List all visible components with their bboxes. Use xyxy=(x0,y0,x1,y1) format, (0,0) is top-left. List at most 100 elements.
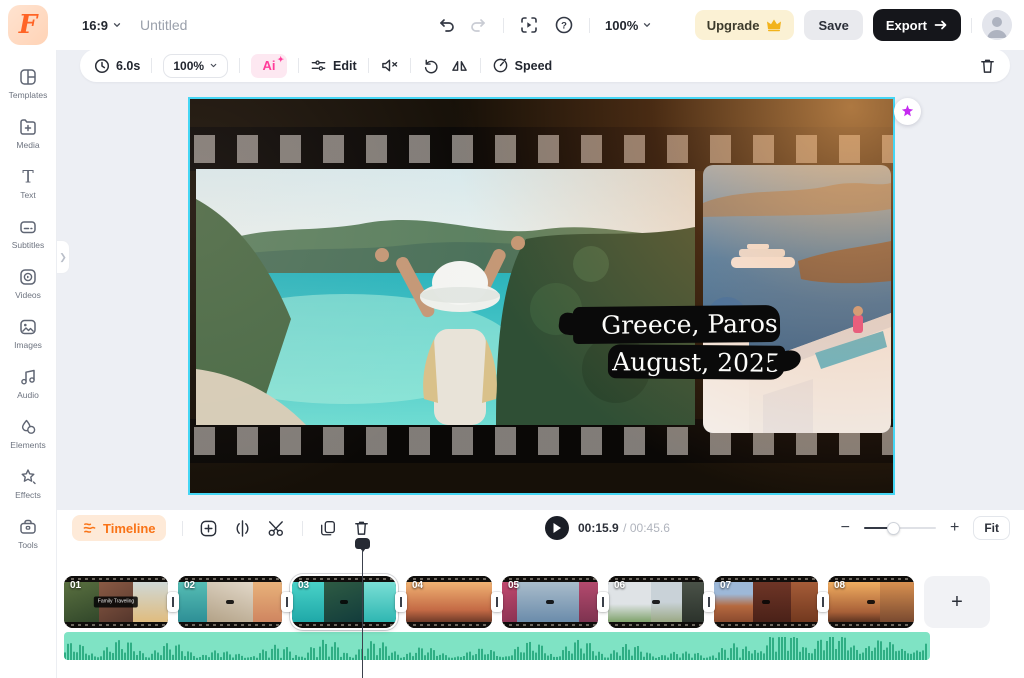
edit-button[interactable]: Edit xyxy=(310,57,357,74)
transition-handle[interactable] xyxy=(281,592,293,612)
sidebar-expand-handle[interactable]: ❯ xyxy=(57,240,70,274)
save-button[interactable]: Save xyxy=(804,10,862,40)
sidebar-item-templates[interactable]: Templates xyxy=(0,58,56,108)
sidebar-label: Text xyxy=(20,190,36,200)
timeline-clip-02[interactable]: 02 xyxy=(178,576,282,628)
upgrade-button[interactable]: Upgrade xyxy=(695,10,795,40)
audio-track[interactable] xyxy=(64,632,930,660)
redo-button[interactable] xyxy=(470,16,488,34)
caption-line2[interactable]: August, 2025 xyxy=(608,344,785,380)
flip-button[interactable] xyxy=(450,57,469,74)
rotate-button[interactable] xyxy=(422,57,439,74)
audio-waveform xyxy=(64,632,930,660)
delete-clip-button[interactable] xyxy=(979,57,996,75)
sidebar-item-tools[interactable]: Tools xyxy=(0,508,56,558)
current-time: 00:15.9 xyxy=(578,521,619,535)
delete-timeline-button[interactable] xyxy=(353,519,370,537)
timeline-clip-06[interactable]: 06 xyxy=(608,576,704,628)
video-preview-canvas[interactable]: Greece, Paros August, 2025 xyxy=(188,97,895,495)
edit-label: Edit xyxy=(333,59,357,73)
clip-caption: Family Traveling xyxy=(94,597,138,608)
transition-handle[interactable] xyxy=(817,592,829,612)
transition-handle[interactable] xyxy=(597,592,609,612)
clip-number: 08 xyxy=(834,580,845,591)
sidebar-item-images[interactable]: Images xyxy=(0,308,56,358)
caption-line1[interactable]: Greece, Paros xyxy=(573,305,780,344)
sidebar-item-media[interactable]: Media xyxy=(0,108,56,158)
timeline-icon xyxy=(82,521,97,535)
timeline-clip-03-selected[interactable]: 03 xyxy=(292,576,396,628)
timeline-zoom-slider[interactable] xyxy=(864,522,936,535)
crown-icon xyxy=(766,18,782,32)
timeline-clip-07[interactable]: 07 xyxy=(714,576,818,628)
play-button[interactable] xyxy=(545,516,569,540)
divider xyxy=(410,58,411,73)
export-label: Export xyxy=(886,18,927,33)
timeline-tab-button[interactable]: Timeline xyxy=(72,515,166,541)
cut-button[interactable] xyxy=(267,519,286,537)
ai-magic-button[interactable] xyxy=(894,98,921,125)
duplicate-button[interactable] xyxy=(319,519,337,537)
caption-line2-text: August, 2025 xyxy=(612,347,781,377)
mute-button[interactable] xyxy=(380,57,399,74)
sidebar-label: Media xyxy=(16,140,39,150)
chevron-down-icon xyxy=(642,20,652,30)
add-element-button[interactable] xyxy=(199,519,218,538)
timeline-clip-04[interactable]: 04 xyxy=(406,576,492,628)
clip-caption xyxy=(546,600,554,604)
clip-caption xyxy=(762,600,770,604)
redo-icon xyxy=(470,16,488,34)
help-icon: ? xyxy=(554,15,574,35)
transition-handle[interactable] xyxy=(703,592,715,612)
help-button[interactable]: ? xyxy=(554,15,574,35)
sidebar-item-subtitles[interactable]: Subtitles xyxy=(0,208,56,258)
timeline-clip-01[interactable]: 01 Family Traveling xyxy=(64,576,168,628)
undo-button[interactable] xyxy=(437,16,455,34)
add-clip-button[interactable]: + xyxy=(924,576,990,628)
media-icon xyxy=(18,117,38,137)
preview-photo-left xyxy=(196,169,695,425)
sidebar-item-audio[interactable]: Audio xyxy=(0,358,56,408)
export-button[interactable]: Export xyxy=(873,9,961,41)
flip-horizontal-icon xyxy=(450,57,469,74)
speed-button[interactable]: Speed xyxy=(492,57,553,74)
timeline-clips-track: 01 Family Traveling 02 03 04 05 06 07 xyxy=(64,576,990,628)
preview-button[interactable] xyxy=(519,15,539,35)
preview-play-icon xyxy=(519,15,539,35)
canvas-zoom-dropdown[interactable]: 100% xyxy=(605,18,652,33)
timeline-clip-05[interactable]: 05 xyxy=(502,576,598,628)
timeline-clip-08[interactable]: 08 xyxy=(828,576,914,628)
zoom-in-button[interactable]: + xyxy=(950,520,959,536)
tools-icon xyxy=(18,517,38,537)
divider xyxy=(182,521,183,536)
transition-handle[interactable] xyxy=(167,592,179,612)
clip-number: 05 xyxy=(508,580,519,591)
clip-caption xyxy=(226,600,234,604)
clip-scale-dropdown[interactable]: 100% xyxy=(163,54,228,78)
speed-label: Speed xyxy=(515,59,553,73)
transition-handle[interactable] xyxy=(491,592,503,612)
transition-handle[interactable] xyxy=(395,592,407,612)
sidebar-label: Elements xyxy=(10,440,45,450)
fit-button[interactable]: Fit xyxy=(973,516,1010,540)
split-icon xyxy=(234,519,251,538)
canvas-zoom-value: 100% xyxy=(605,18,638,33)
project-title[interactable]: Untitled xyxy=(140,0,187,50)
aspect-ratio-dropdown[interactable]: 16:9 xyxy=(82,0,122,50)
playhead-handle[interactable] xyxy=(355,538,370,549)
sidebar-item-effects[interactable]: Effects xyxy=(0,458,56,508)
zoom-out-button[interactable]: − xyxy=(841,520,850,536)
user-avatar[interactable] xyxy=(982,10,1012,40)
clip-duration-button[interactable]: 6.0s xyxy=(94,58,140,74)
clip-number: 03 xyxy=(298,580,309,591)
app-logo[interactable]: F xyxy=(8,5,48,45)
divider xyxy=(239,58,240,73)
split-clip-button[interactable] xyxy=(234,519,251,538)
clip-caption xyxy=(340,600,348,604)
sidebar-item-videos[interactable]: Videos xyxy=(0,258,56,308)
clip-number: 06 xyxy=(614,580,625,591)
ai-tools-button[interactable]: Ai ✦ xyxy=(251,54,287,78)
slider-knob[interactable] xyxy=(887,522,900,535)
sidebar-item-elements[interactable]: Elements xyxy=(0,408,56,458)
sidebar-item-text[interactable]: T Text xyxy=(0,158,56,208)
